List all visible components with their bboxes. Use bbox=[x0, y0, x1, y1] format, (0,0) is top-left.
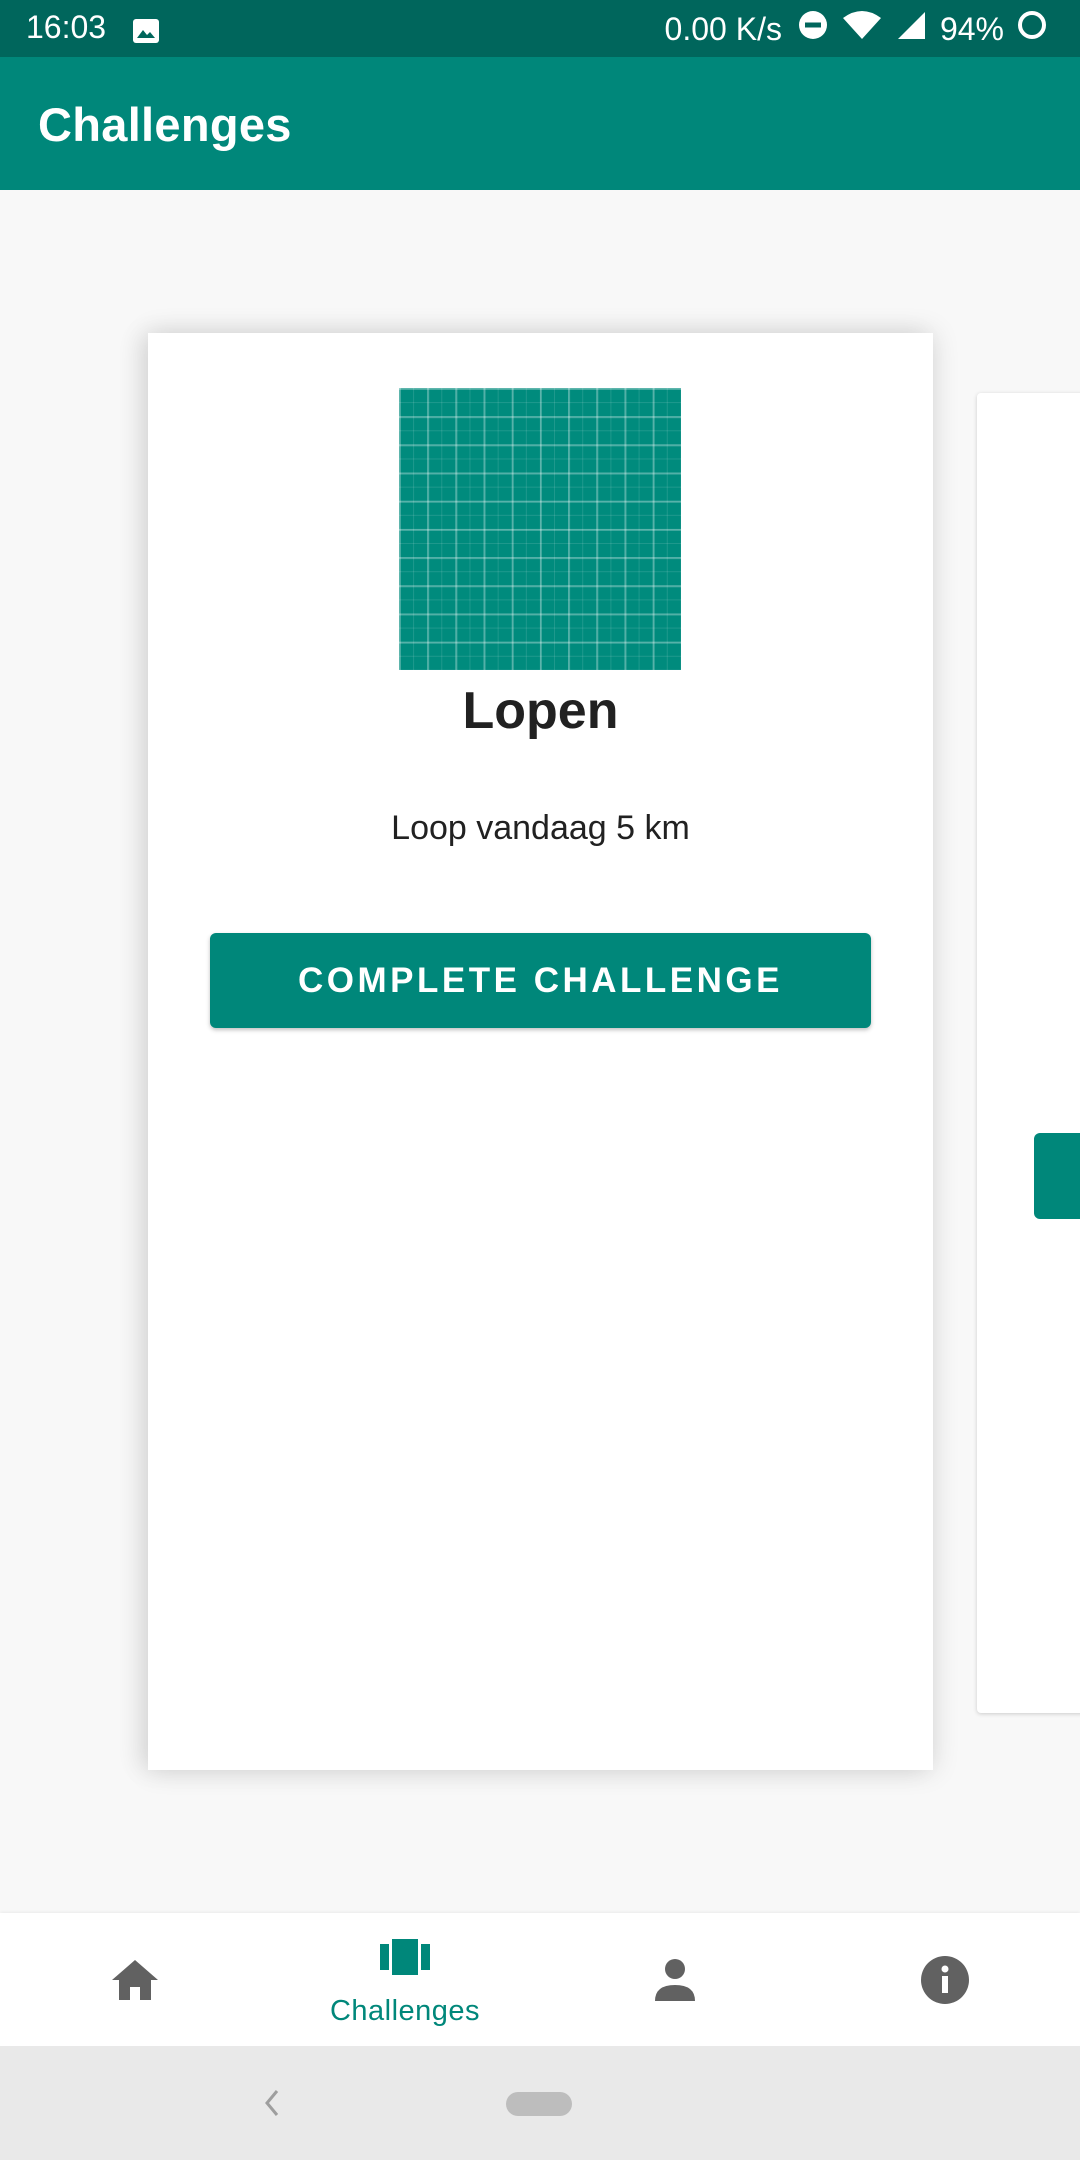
bottom-navigation: Challenges bbox=[0, 1913, 1080, 2046]
wifi-icon bbox=[842, 10, 882, 48]
page-title: Challenges bbox=[38, 98, 292, 151]
system-navigation-bar bbox=[0, 2046, 1080, 2160]
battery-icon bbox=[1016, 9, 1048, 49]
nav-item-home[interactable] bbox=[0, 1913, 270, 2046]
status-bar: 16:03 0.00 K/s 94% bbox=[0, 0, 1080, 57]
challenge-title: Lopen bbox=[462, 682, 619, 740]
nav-label-challenges: Challenges bbox=[329, 1995, 481, 2027]
nav-item-challenges[interactable]: Challenges bbox=[270, 1913, 540, 2046]
next-card-button[interactable] bbox=[1034, 1133, 1080, 1219]
challenge-description: Loop vandaag 5 km bbox=[391, 809, 690, 847]
nav-item-info[interactable] bbox=[810, 1913, 1080, 2046]
app-bar: Challenges bbox=[0, 57, 1080, 190]
home-icon bbox=[110, 1958, 160, 2007]
status-right-group: 0.00 K/s 94% bbox=[665, 9, 1062, 49]
nav-item-profile[interactable] bbox=[540, 1913, 810, 2046]
challenge-carousel[interactable]: Lopen Loop vandaag 5 km COMPLETE CHALLEN… bbox=[0, 190, 1080, 1913]
network-speed: 0.00 K/s bbox=[664, 10, 782, 47]
challenge-image bbox=[399, 388, 681, 670]
back-icon[interactable] bbox=[262, 2088, 282, 2123]
home-pill-button[interactable] bbox=[506, 2092, 572, 2116]
next-challenge-card[interactable] bbox=[977, 393, 1080, 1713]
person-icon bbox=[652, 1957, 698, 2008]
do-not-disturb-icon bbox=[798, 10, 828, 48]
carousel-icon bbox=[380, 1939, 430, 1980]
complete-challenge-button[interactable]: COMPLETE CHALLENGE bbox=[210, 933, 871, 1028]
info-icon bbox=[920, 1955, 970, 2010]
battery-percentage: 94% bbox=[939, 10, 1004, 47]
gallery-icon bbox=[132, 15, 160, 43]
status-time: 16:03 bbox=[26, 9, 107, 45]
challenge-card[interactable]: Lopen Loop vandaag 5 km COMPLETE CHALLEN… bbox=[148, 333, 933, 1770]
signal-icon bbox=[896, 10, 926, 48]
